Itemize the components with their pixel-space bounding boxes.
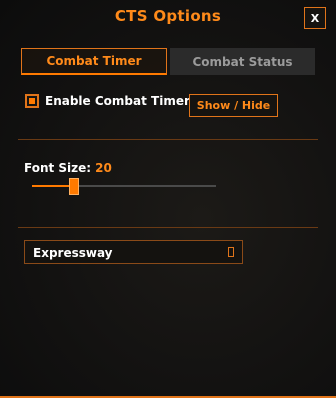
- enable-combat-timer-checkbox[interactable]: [25, 94, 39, 108]
- tab-label: Combat Timer: [46, 54, 142, 68]
- font-size-slider-fill: [32, 185, 75, 187]
- enable-combat-timer-label[interactable]: Enable Combat Timer: [45, 94, 190, 109]
- font-size-caption: Font Size:: [24, 161, 92, 175]
- font-dropdown[interactable]: Expressway: [24, 240, 243, 264]
- dropdown-arrow-icon: [228, 247, 234, 257]
- close-button[interactable]: X: [304, 7, 326, 29]
- divider: [18, 139, 318, 140]
- tab-combat-timer[interactable]: Combat Timer: [21, 48, 167, 75]
- font-size-value: 20: [95, 161, 112, 175]
- font-size-slider-thumb[interactable]: [69, 178, 80, 195]
- show-hide-label: Show / Hide: [196, 99, 271, 112]
- options-window: CTS Options X Combat Timer Combat Status…: [0, 0, 336, 398]
- tab-combat-status[interactable]: Combat Status: [170, 48, 315, 75]
- font-dropdown-value: Expressway: [33, 246, 113, 260]
- divider: [18, 227, 318, 228]
- font-size-label: Font Size: 20: [24, 161, 112, 175]
- window-title: CTS Options: [114, 7, 222, 25]
- font-size-slider-track[interactable]: [32, 185, 216, 187]
- tab-label: Combat Status: [192, 54, 293, 69]
- checkbox-checked-indicator: [29, 98, 35, 104]
- show-hide-button[interactable]: Show / Hide: [189, 94, 278, 117]
- close-icon: X: [310, 11, 320, 25]
